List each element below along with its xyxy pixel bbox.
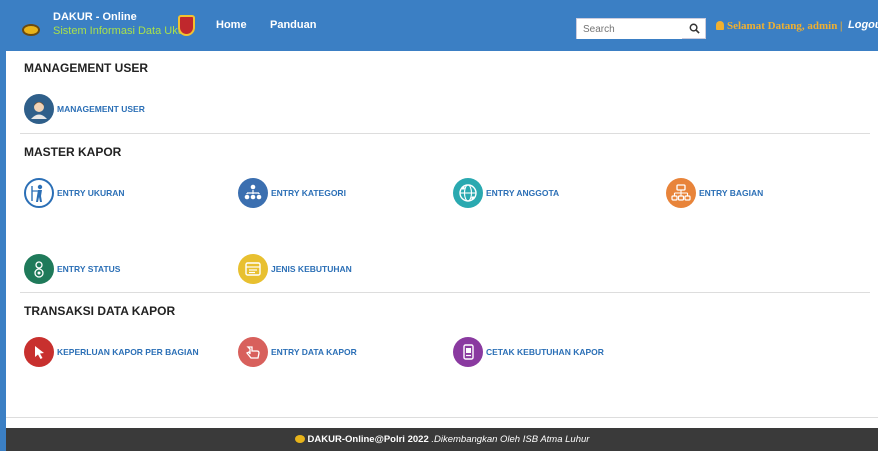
hand-pointer-icon [238, 337, 268, 367]
menu-label: KEPERLUAN KAPOR PER BAGIAN [57, 347, 199, 357]
status-person-icon [24, 254, 54, 284]
search-input[interactable] [577, 20, 682, 39]
section-divider [20, 133, 870, 134]
search-icon [689, 23, 700, 34]
menu-label: CETAK KEBUTUHAN KAPOR [486, 347, 604, 357]
menu-item-entry-status[interactable]: ENTRY STATUS [24, 254, 120, 284]
welcome-label: Selamat Datang, admin | [727, 20, 843, 32]
nav-home-link[interactable]: Home [216, 19, 247, 31]
logout-link[interactable]: Logout [848, 19, 878, 31]
menu-item-keperluan-kapor[interactable]: KEPERLUAN KAPOR PER BAGIAN [24, 337, 199, 367]
menu-label: ENTRY ANGGOTA [486, 188, 560, 198]
footer-brand: DAKUR-Online@Polri 2022 [307, 434, 429, 445]
top-navbar: DAKUR - Online Sistem Informasi Data Uku… [6, 0, 878, 51]
menu-label: MANAGEMENT USER [57, 104, 145, 114]
nav-panduan-link[interactable]: Panduan [270, 19, 316, 31]
user-icon [716, 21, 724, 30]
section-title-master-kapor: MASTER KAPOR [24, 145, 122, 159]
cursor-click-icon [24, 337, 54, 367]
menu-label: ENTRY STATUS [57, 264, 121, 274]
menu-label: ENTRY DATA KAPOR [271, 347, 357, 357]
footer-credit: .Dikembangkan Oleh ISB Atma Luhur [431, 434, 590, 445]
section-title-transaksi-data-kapor: TRANSAKSI DATA KAPOR [24, 304, 176, 318]
menu-item-entry-kategori[interactable]: ENTRY KATEGORI [238, 178, 346, 208]
section-divider [20, 292, 870, 293]
network-icon [666, 178, 696, 208]
menu-item-entry-ukuran[interactable]: ENTRY UKURAN [24, 178, 125, 208]
brand-subtitle: Sistem Informasi Data Ukur [53, 25, 188, 37]
menu-item-entry-data-kapor[interactable]: ENTRY DATA KAPOR [238, 337, 357, 367]
globe-people-icon [453, 178, 483, 208]
brand-logo-icon [22, 24, 40, 36]
hierarchy-icon [238, 178, 268, 208]
menu-item-cetak-kebutuhan-kapor[interactable]: CETAK KEBUTUHAN KAPOR [453, 337, 604, 367]
menu-item-jenis-kebutuhan[interactable]: JENIS KEBUTUHAN [238, 254, 352, 284]
footer: DAKUR-Online@Polri 2022 .Dikembangkan Ol… [6, 428, 878, 451]
footer-divider [6, 417, 878, 418]
welcome-text: Selamat Datang, admin | [716, 20, 842, 32]
mobile-doc-icon [453, 337, 483, 367]
menu-label: JENIS KEBUTUHAN [271, 264, 352, 274]
menu-item-entry-bagian[interactable]: ENTRY BAGIAN [666, 178, 763, 208]
menu-label: ENTRY KATEGORI [271, 188, 346, 198]
menu-item-management-user[interactable]: MANAGEMENT USER [24, 94, 145, 124]
user-avatar-icon [24, 94, 54, 124]
footer-logo-icon [294, 435, 305, 443]
list-window-icon [238, 254, 268, 284]
menu-label: ENTRY BAGIAN [699, 188, 764, 198]
measure-person-icon [24, 178, 54, 208]
menu-label: ENTRY UKURAN [57, 188, 125, 198]
menu-item-entry-anggota[interactable]: ENTRY ANGGOTA [453, 178, 559, 208]
search-box [576, 18, 706, 39]
section-title-management-user: MANAGEMENT USER [24, 61, 149, 75]
search-button[interactable] [683, 19, 705, 38]
brand-title[interactable]: DAKUR - Online [53, 11, 137, 23]
police-emblem-icon [178, 15, 195, 36]
footer-text: DAKUR-Online@Polri 2022 .Dikembangkan Ol… [6, 434, 878, 445]
